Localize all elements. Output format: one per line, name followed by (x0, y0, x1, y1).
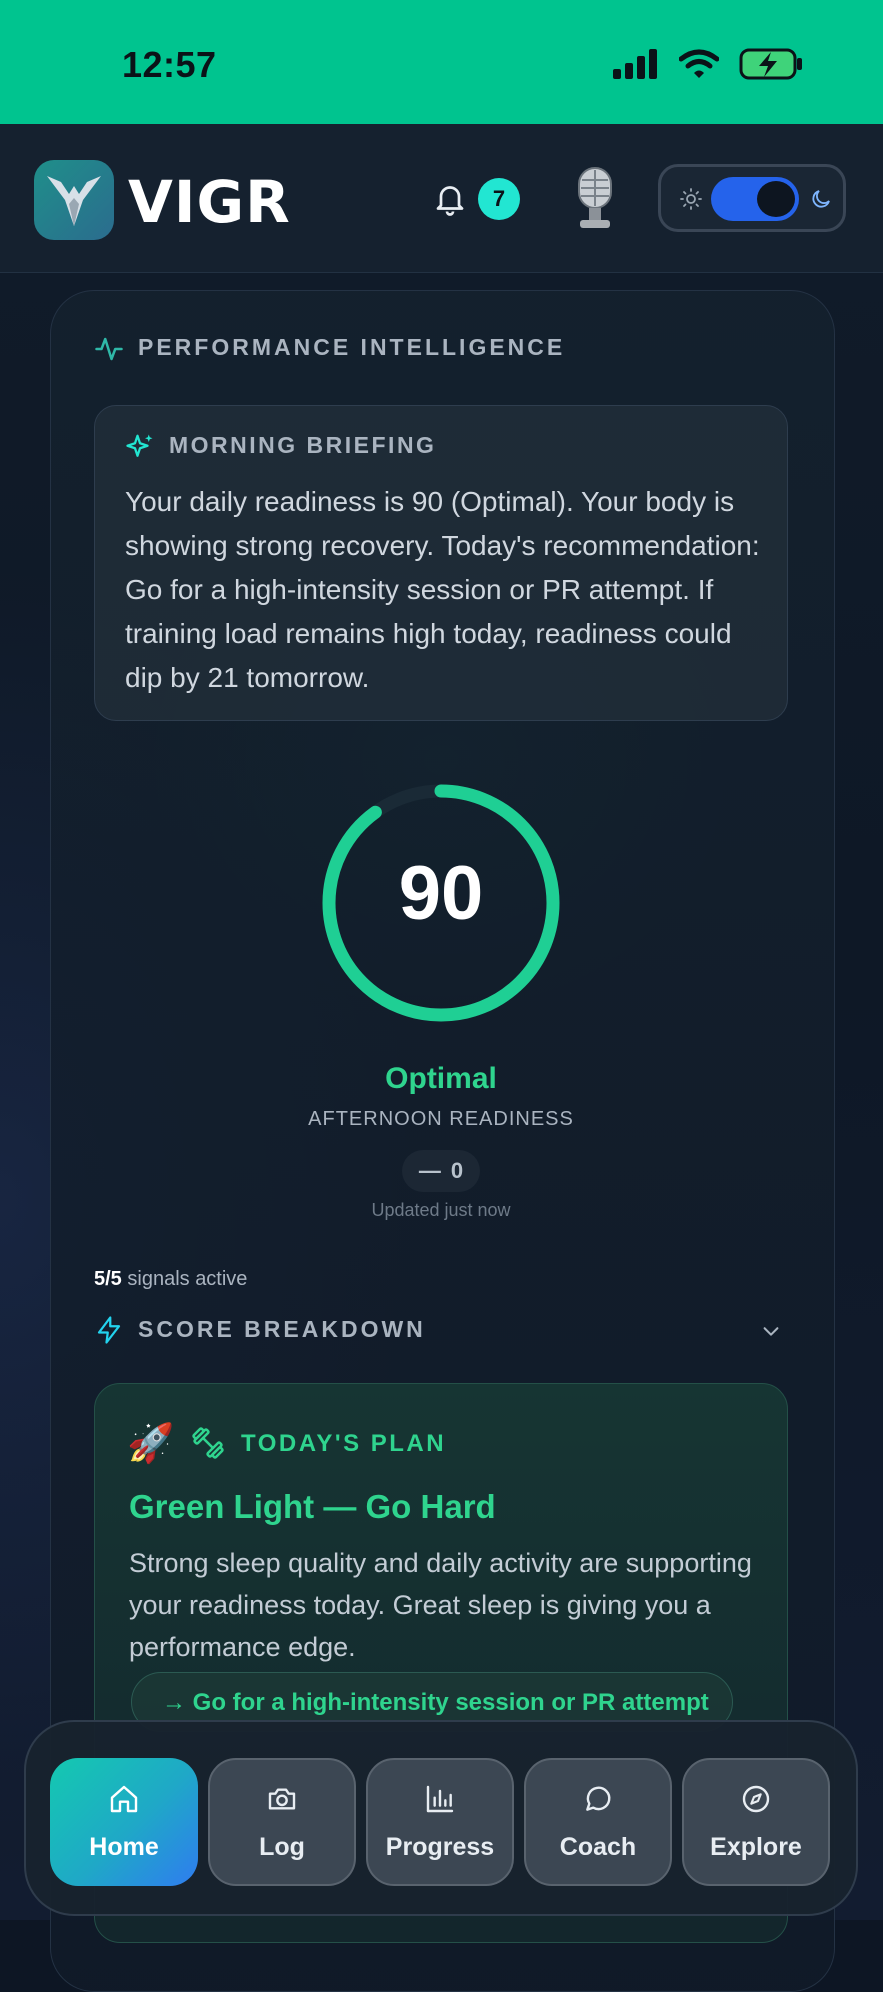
nav-explore[interactable]: Explore (682, 1758, 830, 1886)
plan-label: TODAY'S PLAN (241, 1430, 447, 1457)
signals-text: signals active (127, 1268, 248, 1290)
signal-icon (613, 49, 657, 79)
app-name: VIGR (128, 168, 291, 236)
signals-count: 5/5 (94, 1268, 122, 1290)
status-icons (613, 48, 803, 80)
camera-icon (268, 1787, 296, 1810)
briefing-title: MORNING BRIEFING (169, 432, 437, 458)
bell-icon[interactable] (432, 180, 468, 216)
status-bar: 12:57 (0, 0, 883, 124)
chat-icon (586, 1786, 611, 1811)
breakdown-title: SCORE BREAKDOWN (138, 1316, 426, 1342)
readiness-score: 90 (398, 851, 484, 936)
wifi-icon (679, 49, 719, 78)
dumbbell-icon (192, 1427, 224, 1459)
briefing-text: Your daily readiness is 90 (Optimal). Yo… (125, 486, 760, 693)
pulse-icon (95, 337, 123, 361)
battery-icon (739, 48, 802, 80)
sparkles-icon (126, 434, 153, 457)
moon-icon (812, 190, 830, 208)
nav-explore-label: Explore (710, 1832, 802, 1861)
signals-active: 5/5 signals active (94, 1268, 247, 1291)
nav-log-label: Log (259, 1832, 305, 1861)
section-title: PERFORMANCE INTELLIGENCE (138, 334, 566, 360)
app-header: VIGR 7 (0, 124, 883, 273)
theme-toggle[interactable] (658, 164, 846, 232)
toggle-track[interactable] (711, 177, 799, 221)
wings-logo-icon (47, 176, 101, 226)
toggle-knob (757, 181, 795, 217)
readiness-label: AFTERNOON READINESS (308, 1108, 574, 1130)
logo-tile (34, 160, 114, 240)
bolt-icon (97, 1316, 121, 1344)
compass-icon (742, 1785, 770, 1812)
score-breakdown-toggle[interactable]: SCORE BREAKDOWN (94, 1310, 788, 1350)
plan-text: Strong sleep quality and daily activity … (129, 1548, 752, 1662)
updated-label: Updated just now (371, 1200, 511, 1220)
notification-badge[interactable]: 7 (478, 178, 520, 220)
rocket-icon: 🚀 (127, 1423, 175, 1465)
nav-log[interactable]: Log (208, 1758, 356, 1886)
delta-value: 0 (450, 1158, 464, 1183)
chevron-down-icon[interactable] (760, 1320, 782, 1342)
bottom-nav: Home Log Progress Coach Explore (24, 1720, 858, 1916)
nav-coach-label: Coach (559, 1832, 637, 1861)
microphone-icon[interactable] (570, 166, 620, 230)
nav-home[interactable]: Home (50, 1758, 198, 1886)
nav-home-label: Home (89, 1832, 159, 1861)
delta-symbol: — (418, 1158, 441, 1183)
nav-coach[interactable]: Coach (524, 1758, 672, 1886)
nav-progress-label: Progress (385, 1832, 495, 1861)
chart-icon (426, 1785, 454, 1812)
sun-icon (680, 188, 702, 210)
status-time: 12:57 (122, 44, 217, 85)
plan-headline: Green Light — Go Hard (129, 1488, 496, 1525)
nav-progress[interactable]: Progress (366, 1758, 514, 1886)
readiness-status: Optimal (385, 1062, 497, 1095)
readiness-delta-chip: — 0 (402, 1150, 480, 1192)
morning-briefing: MORNING BRIEFING Your daily readiness is… (94, 405, 788, 721)
home-icon (110, 1785, 138, 1812)
